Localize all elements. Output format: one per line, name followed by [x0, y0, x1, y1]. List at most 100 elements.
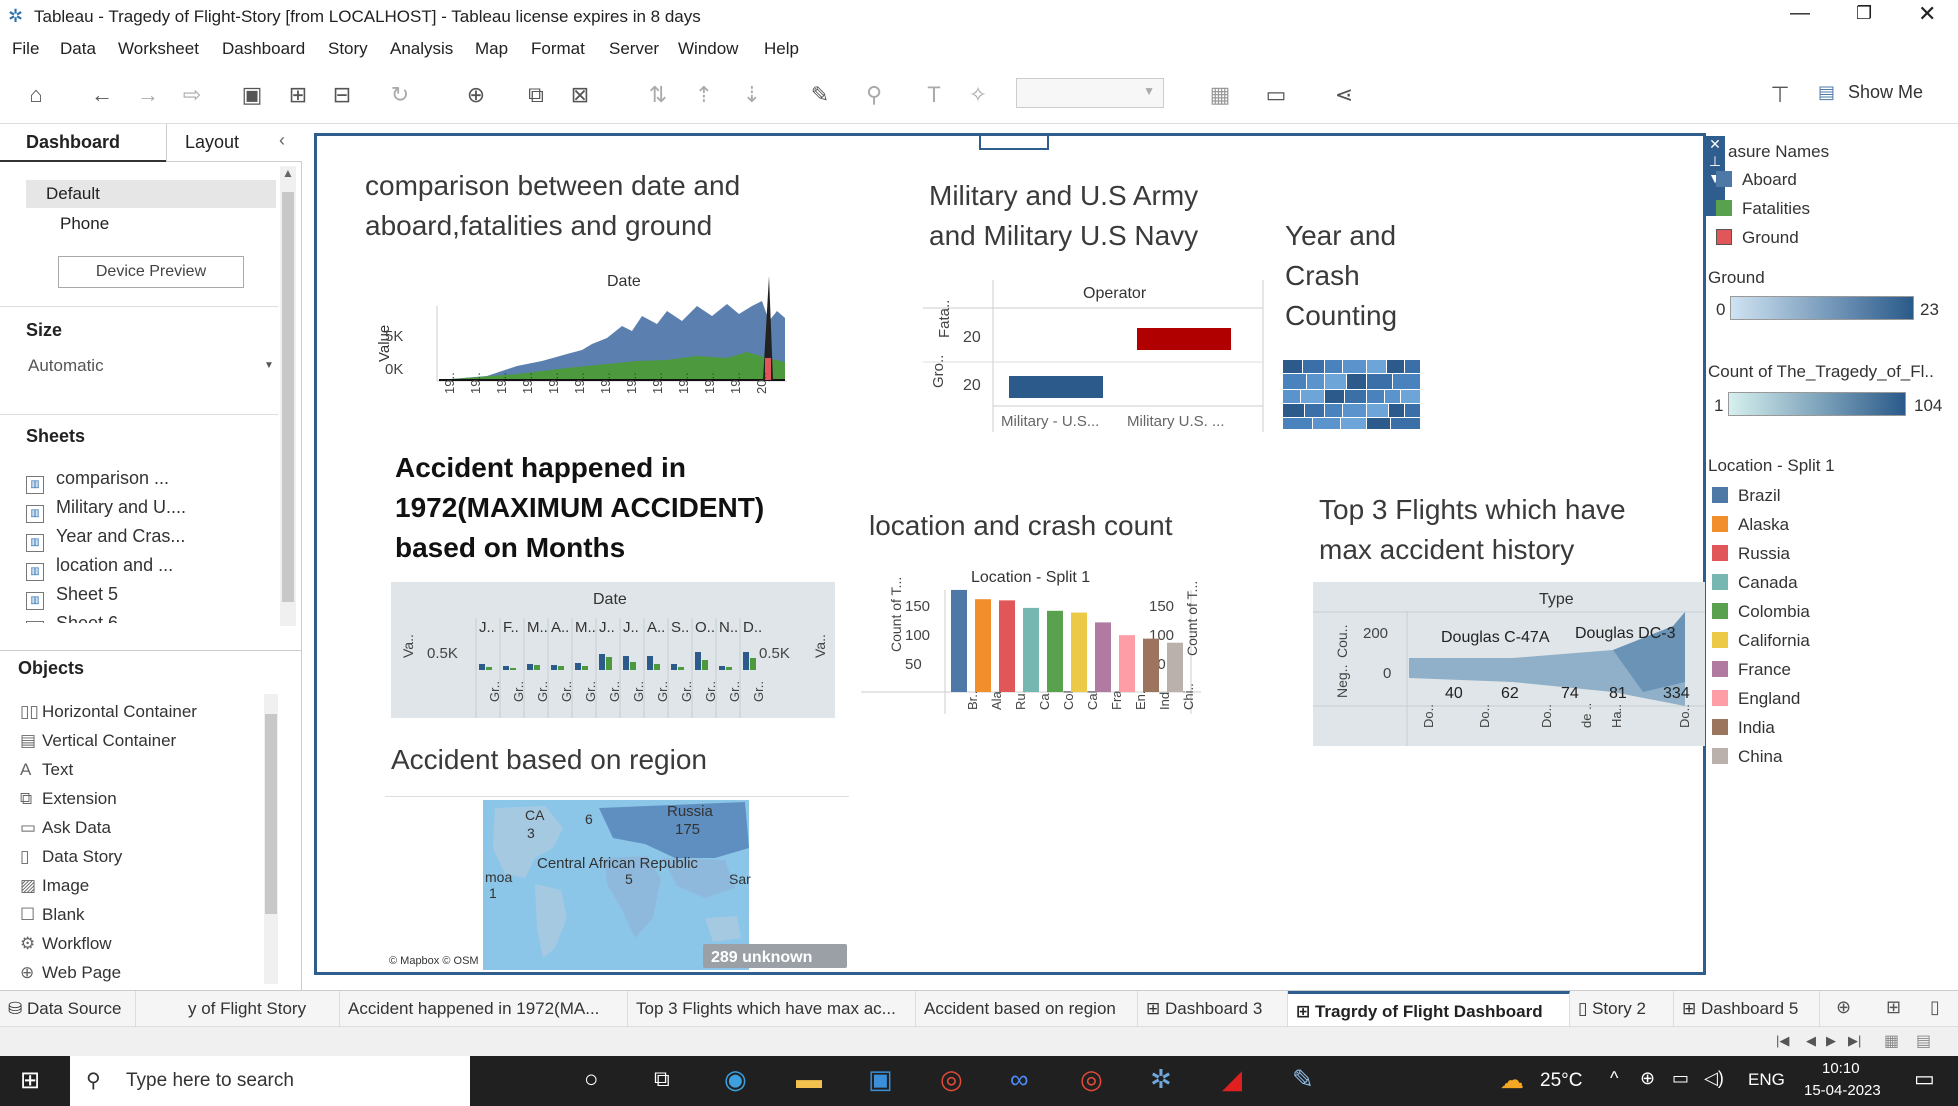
- treemap-cell[interactable]: [1343, 360, 1366, 373]
- clock-time[interactable]: 10:10: [1822, 1060, 1860, 1077]
- sort-asc-icon[interactable]: ⇡: [690, 82, 718, 108]
- chrome-profile-icon[interactable]: ◎: [1080, 1064, 1103, 1095]
- language-indicator[interactable]: ENG: [1748, 1070, 1785, 1090]
- object-workflow[interactable]: ⚙ Workflow: [20, 934, 112, 954]
- paint-icon[interactable]: ✎: [1292, 1064, 1314, 1095]
- treemap-cell[interactable]: [1367, 418, 1390, 429]
- treemap-cell[interactable]: [1367, 404, 1388, 417]
- tab-sheet[interactable]: Accident happened in 1972(MA...: [340, 991, 628, 1027]
- format-painter-icon[interactable]: ⊤: [1766, 82, 1794, 108]
- treemap-cell[interactable]: [1305, 404, 1324, 417]
- month-bar[interactable]: [479, 664, 485, 670]
- location-bar[interactable]: [1119, 635, 1135, 692]
- cortana-icon[interactable]: ○: [584, 1066, 599, 1094]
- treemap-cell[interactable]: [1367, 374, 1392, 389]
- sheet-item[interactable]: ▥ Sheet 5: [26, 584, 118, 610]
- windows-start-icon[interactable]: ⊞: [20, 1066, 40, 1095]
- month-bar[interactable]: [695, 652, 701, 670]
- treemap-cell[interactable]: [1303, 360, 1324, 373]
- clock-date[interactable]: 15-04-2023: [1804, 1082, 1881, 1099]
- month-bar[interactable]: [575, 663, 581, 670]
- month-bar[interactable]: [599, 654, 605, 670]
- month-bar[interactable]: [654, 664, 660, 670]
- month-bar[interactable]: [486, 667, 492, 670]
- taskbar-search[interactable]: ⚲ Type here to search: [70, 1056, 470, 1106]
- treemap-cell[interactable]: [1345, 390, 1366, 403]
- treemap-cell[interactable]: [1313, 418, 1340, 429]
- presentation-icon[interactable]: ▭: [1262, 82, 1290, 108]
- month-bar[interactable]: [582, 666, 588, 670]
- month-bar[interactable]: [647, 656, 653, 670]
- object-blank[interactable]: ☐ Blank: [20, 905, 85, 925]
- tab-story-2[interactable]: ▯ Story 2: [1570, 991, 1674, 1027]
- month-bar[interactable]: [551, 665, 557, 670]
- next-page-icon[interactable]: ▶: [1826, 1033, 1836, 1049]
- new-data-source-icon[interactable]: ⊞: [284, 82, 312, 108]
- accident-1972-chart[interactable]: Date J.. F.. M.. A.. M.. J.. J.. A.. S.. O.. N.. D.…: [391, 582, 835, 718]
- treemap-cell[interactable]: [1347, 374, 1366, 389]
- tab-layout[interactable]: Layout ‹: [166, 124, 302, 162]
- sheet-item[interactable]: ▥ comparison ...: [26, 468, 169, 494]
- object-extension[interactable]: ⧉ Extension: [20, 789, 117, 809]
- treemap-cell[interactable]: [1325, 360, 1342, 373]
- month-bar[interactable]: [702, 660, 708, 670]
- menu-data[interactable]: Data: [60, 39, 96, 59]
- location-bar[interactable]: [999, 600, 1015, 692]
- group-icon[interactable]: ⚲: [860, 82, 888, 108]
- size-dropdown[interactable]: Automatic ▼: [26, 354, 276, 380]
- menu-file[interactable]: File: [12, 39, 39, 59]
- treemap-cell[interactable]: [1325, 404, 1342, 417]
- tab-tragedy-dashboard[interactable]: ⊞ Tragrdy of Flight Dashboard: [1288, 991, 1570, 1027]
- treemap-cell[interactable]: [1283, 374, 1306, 389]
- sheet-item[interactable]: ▥ Year and Cras...: [26, 526, 185, 552]
- year-crash-treemap[interactable]: [1283, 360, 1423, 432]
- treemap-cell[interactable]: [1283, 390, 1300, 403]
- location-legend-item[interactable]: Alaska: [1712, 515, 1789, 535]
- treemap-cell[interactable]: [1343, 404, 1366, 417]
- store-icon[interactable]: ▣: [868, 1064, 893, 1095]
- menu-server[interactable]: Server: [609, 39, 659, 59]
- share-icon[interactable]: ⋖: [1330, 82, 1358, 108]
- treemap-cell[interactable]: [1325, 374, 1346, 389]
- volume-icon[interactable]: ◁): [1704, 1068, 1724, 1089]
- object-vertical-container[interactable]: ▤ Vertical Container: [20, 731, 176, 751]
- menu-help[interactable]: Help: [764, 39, 799, 59]
- prev-page-icon[interactable]: ◀: [1806, 1033, 1816, 1049]
- menu-analysis[interactable]: Analysis: [390, 39, 453, 59]
- location-legend-item[interactable]: Russia: [1712, 544, 1790, 564]
- weather-icon[interactable]: ☁: [1500, 1066, 1524, 1095]
- object-ask-data[interactable]: ▭ Ask Data: [20, 818, 111, 838]
- treemap-cell[interactable]: [1387, 360, 1404, 373]
- notifications-icon[interactable]: ▭: [1914, 1066, 1935, 1092]
- treemap-cell[interactable]: [1325, 390, 1344, 403]
- tab-dashboard[interactable]: Dashboard: [0, 124, 166, 162]
- home-icon[interactable]: ⌂: [22, 82, 50, 108]
- month-bar[interactable]: [527, 664, 533, 670]
- refresh-icon[interactable]: ↻: [386, 82, 414, 108]
- month-bar[interactable]: [534, 665, 540, 670]
- location-legend-item[interactable]: England: [1712, 689, 1800, 709]
- month-bar[interactable]: [630, 662, 636, 670]
- highlight-icon[interactable]: ✎: [806, 82, 834, 108]
- battery-icon[interactable]: ▭: [1672, 1068, 1689, 1089]
- location-bar[interactable]: [1143, 638, 1159, 692]
- month-bar[interactable]: [671, 664, 677, 670]
- clear-sheet-icon[interactable]: ⊠: [566, 82, 594, 108]
- location-legend-item[interactable]: Brazil: [1712, 486, 1781, 506]
- month-bar[interactable]: [503, 666, 509, 670]
- container-handle[interactable]: [979, 136, 1049, 150]
- redo-icon[interactable]: →: [134, 82, 162, 108]
- treemap-cell[interactable]: [1391, 418, 1420, 429]
- edge-icon[interactable]: ◉: [724, 1064, 747, 1095]
- first-page-icon[interactable]: |◀: [1776, 1033, 1789, 1049]
- menu-worksheet[interactable]: Worksheet: [118, 39, 199, 59]
- month-bar[interactable]: [726, 667, 732, 670]
- sheet-item[interactable]: ▥ Military and U....: [26, 497, 186, 523]
- location-legend-item[interactable]: France: [1712, 660, 1791, 680]
- pin-icon[interactable]: ✧: [964, 82, 992, 108]
- location-legend-item[interactable]: Colombia: [1712, 602, 1810, 622]
- app-icon[interactable]: ∞: [1010, 1064, 1029, 1095]
- top3-area-chart[interactable]: Type Cou.. Neg.. 200 0 Douglas C-47A Dou…: [1313, 582, 1705, 746]
- treemap-cell[interactable]: [1301, 390, 1324, 403]
- sort-desc-icon[interactable]: ⇣: [738, 82, 766, 108]
